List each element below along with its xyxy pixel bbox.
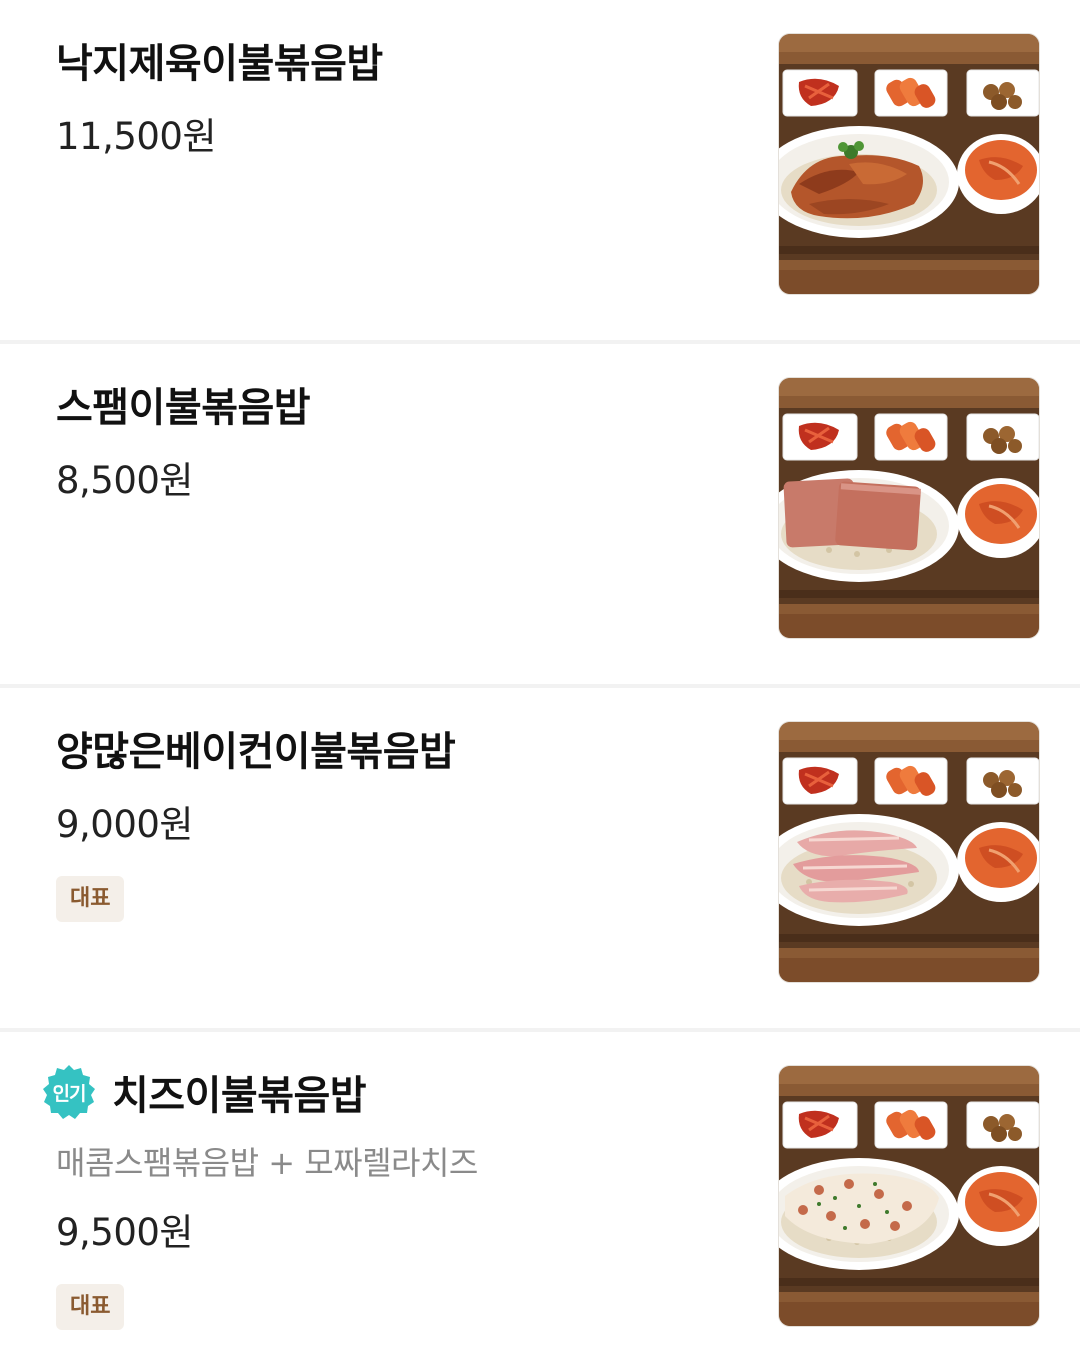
- menu-item-description: 매콤스팸볶음밥 + 모짜렐라치즈: [56, 1144, 478, 1182]
- menu-item-name: 스팸이불볶음밥: [56, 385, 311, 431]
- menu-list: 낙지제육이불볶음밥 11,500원 스팸이불볶음밥 8,500원 양많은베이컨이…: [0, 0, 1080, 1361]
- food-photo-icon: [779, 378, 1039, 638]
- menu-item-info: 낙지제육이불볶음밥 11,500원: [56, 32, 746, 160]
- menu-item-cheese[interactable]: 인기 치즈이불볶음밥 매콤스팸볶음밥 + 모짜렐라치즈 9,500원 대표: [0, 1032, 1080, 1361]
- menu-item-name: 치즈이불볶음밥: [112, 1073, 367, 1119]
- menu-item-spam[interactable]: 스팸이불볶음밥 8,500원: [0, 344, 1080, 688]
- food-photo-icon: [779, 722, 1039, 982]
- menu-item-photo[interactable]: [778, 1065, 1040, 1327]
- menu-item-info: 스팸이불볶음밥 8,500원: [56, 376, 746, 504]
- menu-item-bacon[interactable]: 양많은베이컨이불볶음밥 9,000원 대표: [0, 688, 1080, 1032]
- name-row: 인기 치즈이불볶음밥: [43, 1064, 746, 1120]
- signature-badge: 대표: [56, 876, 125, 922]
- menu-item-name: 낙지제육이불볶음밥: [56, 41, 383, 87]
- menu-item-photo[interactable]: [778, 377, 1040, 639]
- name-row: 낙지제육이불볶음밥: [56, 32, 746, 88]
- menu-item-name: 양많은베이컨이불볶음밥: [56, 729, 456, 775]
- menu-item-nakji-jeyuk[interactable]: 낙지제육이불볶음밥 11,500원: [0, 0, 1080, 344]
- food-photo-icon: [779, 34, 1039, 294]
- menu-item-info: 인기 치즈이불볶음밥 매콤스팸볶음밥 + 모짜렐라치즈 9,500원 대표: [43, 1064, 746, 1330]
- name-row: 양많은베이컨이불볶음밥: [56, 720, 746, 776]
- food-photo-icon: [779, 1066, 1039, 1326]
- menu-item-price: 11,500원: [56, 115, 217, 158]
- menu-item-price: 9,500원: [56, 1211, 193, 1254]
- popular-badge: 인기: [40, 1063, 98, 1121]
- menu-item-photo[interactable]: [778, 721, 1040, 983]
- signature-badge: 대표: [56, 1284, 125, 1330]
- name-row: 스팸이불볶음밥: [56, 376, 746, 432]
- menu-item-info: 양많은베이컨이불볶음밥 9,000원 대표: [56, 720, 746, 922]
- menu-item-price: 8,500원: [56, 459, 193, 502]
- menu-item-photo[interactable]: [778, 33, 1040, 295]
- menu-item-price: 9,000원: [56, 803, 193, 846]
